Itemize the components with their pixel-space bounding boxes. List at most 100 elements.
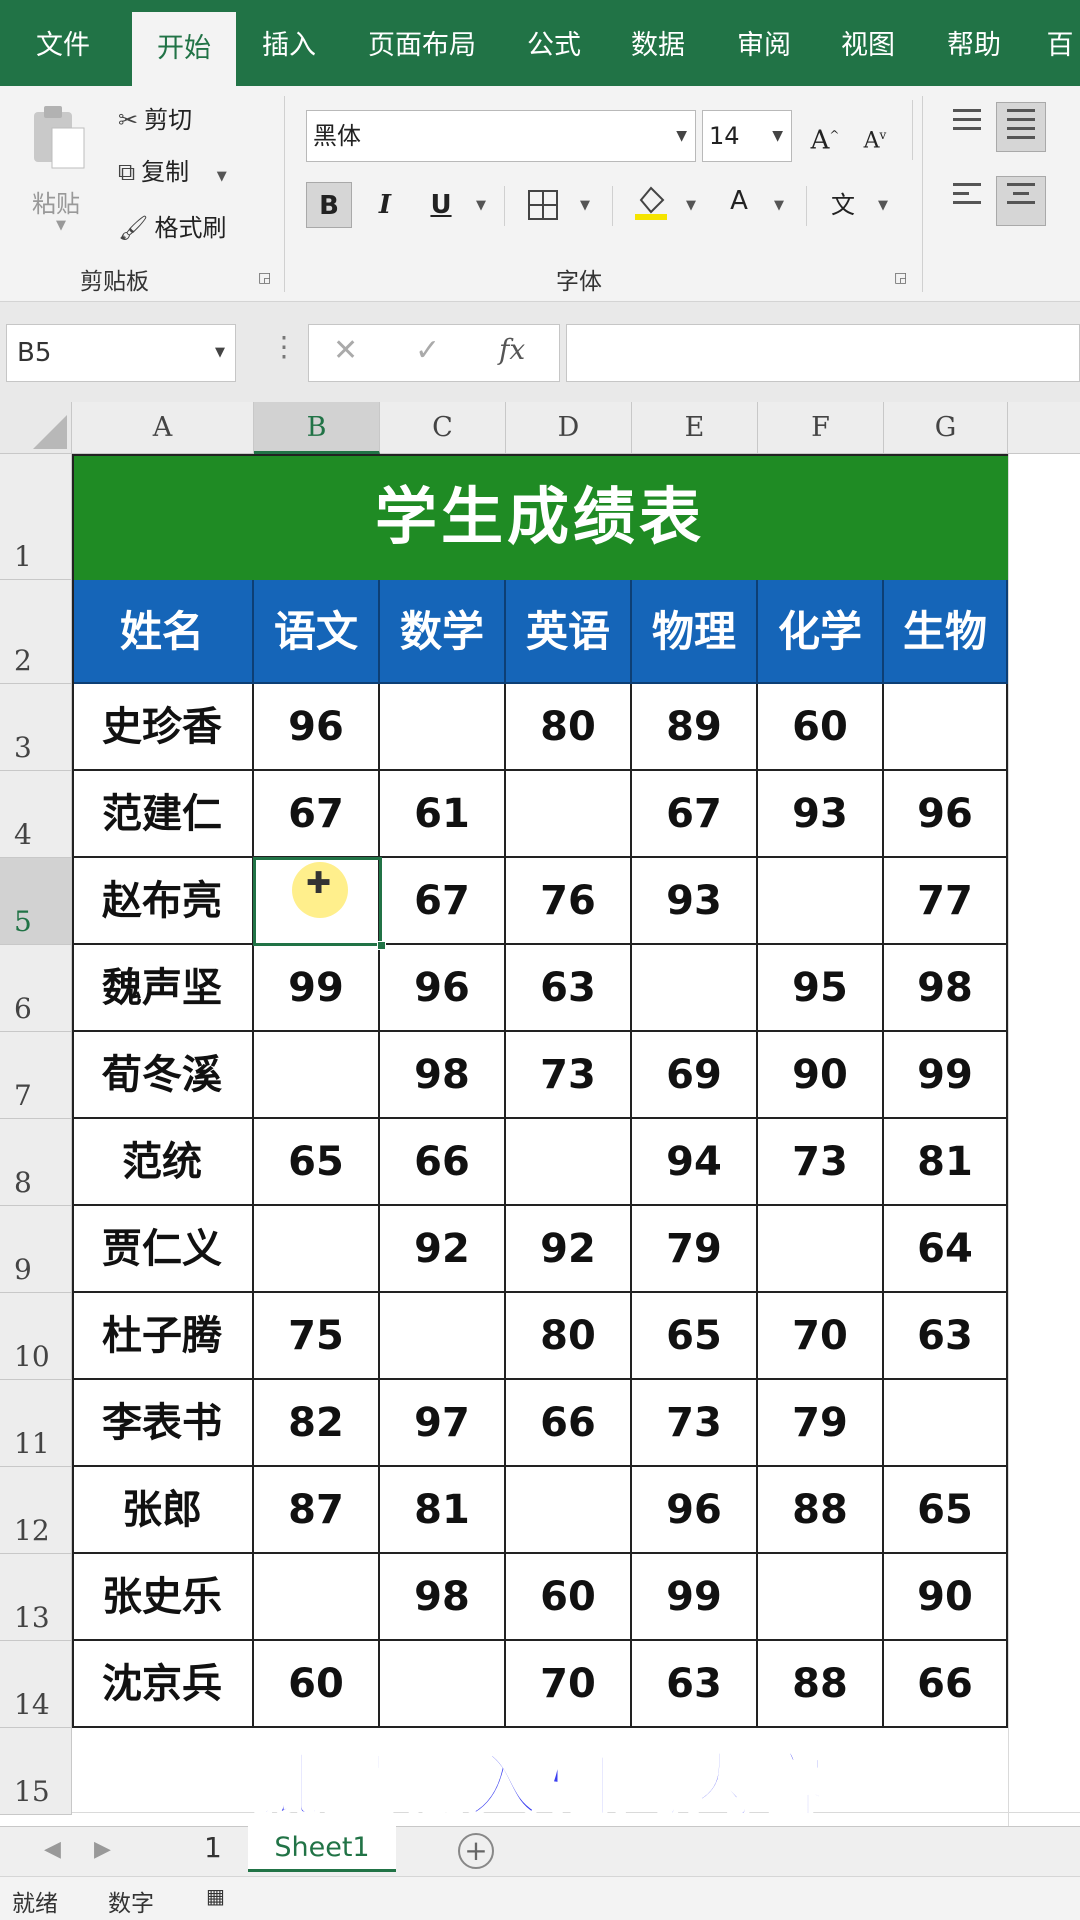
student-name-cell[interactable]: 李表书 xyxy=(72,1380,254,1467)
score-cell-physics[interactable]: 99 xyxy=(632,1554,758,1641)
row-header-2[interactable]: 2 xyxy=(0,580,72,684)
next-sheet-icon[interactable]: ▶ xyxy=(94,1837,111,1862)
row-header-3[interactable]: 3 xyxy=(0,684,72,771)
score-cell-biology[interactable]: 90 xyxy=(884,1554,1008,1641)
prev-sheet-icon[interactable]: ◀ xyxy=(44,1837,61,1862)
header-cell-math[interactable]: 数学 xyxy=(380,580,506,684)
score-cell-biology[interactable]: 99 xyxy=(884,1032,1008,1119)
score-cell-chinese[interactable]: 60 xyxy=(254,1641,380,1728)
column-header-a[interactable]: A xyxy=(72,402,254,454)
column-header-d[interactable]: D xyxy=(506,402,632,454)
sheet-tab-sheet1[interactable]: Sheet1 xyxy=(248,1826,396,1872)
row-header-8[interactable]: 8 xyxy=(0,1119,72,1206)
score-cell-math[interactable]: 98 xyxy=(380,1554,506,1641)
cut-button[interactable]: ✂ 剪切 xyxy=(118,100,192,135)
score-cell-math[interactable] xyxy=(380,1641,506,1728)
score-cell-physics[interactable]: 69 xyxy=(632,1032,758,1119)
underline-dropdown-icon[interactable]: ▼ xyxy=(476,198,486,213)
italic-button[interactable]: I xyxy=(362,182,408,228)
phonetic-dropdown-icon[interactable]: ▼ xyxy=(878,198,888,213)
score-cell-english[interactable]: 66 xyxy=(506,1380,632,1467)
font-color-dropdown-icon[interactable]: ▼ xyxy=(774,198,784,213)
borders-dropdown-icon[interactable]: ▼ xyxy=(580,198,590,213)
formula-bar-grip-icon[interactable]: ⋮ xyxy=(270,330,298,363)
score-cell-chemistry[interactable] xyxy=(758,1554,884,1641)
score-cell-physics[interactable]: 73 xyxy=(632,1380,758,1467)
score-cell-biology[interactable]: 96 xyxy=(884,771,1008,858)
score-cell-english[interactable]: 80 xyxy=(506,684,632,771)
score-cell-chemistry[interactable] xyxy=(758,858,884,945)
score-cell-chinese[interactable]: 96 xyxy=(254,684,380,771)
align-middle-button[interactable] xyxy=(996,102,1046,152)
score-cell-english[interactable]: 80 xyxy=(506,1293,632,1380)
student-name-cell[interactable]: 史珍香 xyxy=(72,684,254,771)
score-cell-biology[interactable] xyxy=(884,684,1008,771)
clipboard-launcher-icon[interactable]: ◲ xyxy=(258,270,271,286)
score-cell-chinese[interactable]: 82 xyxy=(254,1380,380,1467)
student-name-cell[interactable]: 杜子腾 xyxy=(72,1293,254,1380)
student-name-cell[interactable]: 张郎 xyxy=(72,1467,254,1554)
score-cell-math[interactable]: 92 xyxy=(380,1206,506,1293)
score-cell-physics[interactable]: 79 xyxy=(632,1206,758,1293)
score-cell-physics[interactable]: 67 xyxy=(632,771,758,858)
fill-color-button[interactable] xyxy=(628,180,674,226)
score-cell-math[interactable]: 61 xyxy=(380,771,506,858)
column-header-f[interactable]: F xyxy=(758,402,884,454)
row-header-10[interactable]: 10 xyxy=(0,1293,72,1380)
score-cell-chinese[interactable]: 67 xyxy=(254,771,380,858)
student-name-cell[interactable]: 赵布亮 xyxy=(72,858,254,945)
tab-file[interactable]: 文件 xyxy=(8,0,118,86)
student-name-cell[interactable]: 张史乐 xyxy=(72,1554,254,1641)
row-header-7[interactable]: 7 xyxy=(0,1032,72,1119)
score-cell-math[interactable]: 96 xyxy=(380,945,506,1032)
header-cell-english[interactable]: 英语 xyxy=(506,580,632,684)
score-cell-chemistry[interactable]: 70 xyxy=(758,1293,884,1380)
score-cell-english[interactable] xyxy=(506,1119,632,1206)
align-top-button[interactable] xyxy=(942,102,992,152)
header-cell-chinese[interactable]: 语文 xyxy=(254,580,380,684)
format-painter-button[interactable]: 🖌 格式刷 xyxy=(118,208,226,243)
score-cell-chinese[interactable] xyxy=(254,1206,380,1293)
score-cell-biology[interactable]: 66 xyxy=(884,1641,1008,1728)
score-cell-biology[interactable] xyxy=(884,1380,1008,1467)
copy-button[interactable]: ⧉ 复制 ▼ xyxy=(118,152,227,187)
row-header-11[interactable]: 11 xyxy=(0,1380,72,1467)
score-cell-biology[interactable]: 64 xyxy=(884,1206,1008,1293)
score-cell-english[interactable]: 73 xyxy=(506,1032,632,1119)
column-header-h[interactable] xyxy=(1008,402,1080,454)
shrink-font-button[interactable]: Av xyxy=(852,112,898,158)
phonetic-button[interactable]: 文 xyxy=(820,182,866,228)
row-header-6[interactable]: 6 xyxy=(0,945,72,1032)
fill-color-dropdown-icon[interactable]: ▼ xyxy=(686,198,696,213)
row-header-5[interactable]: 5 xyxy=(0,858,72,945)
score-cell-english[interactable]: 76 xyxy=(506,858,632,945)
score-cell-english[interactable] xyxy=(506,1467,632,1554)
score-cell-chemistry[interactable]: 90 xyxy=(758,1032,884,1119)
enter-icon[interactable]: ✓ xyxy=(415,333,440,368)
tab-more[interactable]: 百 xyxy=(1040,0,1080,86)
student-name-cell[interactable]: 荀冬溪 xyxy=(72,1032,254,1119)
score-cell-chinese[interactable]: 99 xyxy=(254,945,380,1032)
row-header-9[interactable]: 9 xyxy=(0,1206,72,1293)
score-cell-physics[interactable]: 65 xyxy=(632,1293,758,1380)
score-cell-physics[interactable] xyxy=(632,945,758,1032)
grow-font-button[interactable]: A^ xyxy=(802,112,848,158)
insert-function-icon[interactable]: fx xyxy=(499,333,525,366)
score-cell-math[interactable]: 98 xyxy=(380,1032,506,1119)
score-cell-chemistry[interactable]: 88 xyxy=(758,1467,884,1554)
score-cell-chemistry[interactable]: 95 xyxy=(758,945,884,1032)
score-cell-english[interactable]: 60 xyxy=(506,1554,632,1641)
tab-view[interactable]: 视图 xyxy=(822,0,914,86)
score-cell-chinese[interactable]: 87 xyxy=(254,1467,380,1554)
score-cell-chinese[interactable]: 75 xyxy=(254,1293,380,1380)
macro-record-icon[interactable]: ▦ xyxy=(206,1884,225,1908)
column-header-c[interactable]: C xyxy=(380,402,506,454)
row-header-13[interactable]: 13 xyxy=(0,1554,72,1641)
select-all-corner[interactable] xyxy=(0,402,72,454)
header-cell-physics[interactable]: 物理 xyxy=(632,580,758,684)
student-name-cell[interactable]: 范统 xyxy=(72,1119,254,1206)
add-sheet-icon[interactable]: + xyxy=(458,1833,494,1869)
score-cell-english[interactable]: 92 xyxy=(506,1206,632,1293)
column-header-e[interactable]: E xyxy=(632,402,758,454)
score-cell-chinese[interactable]: 65 xyxy=(254,1119,380,1206)
